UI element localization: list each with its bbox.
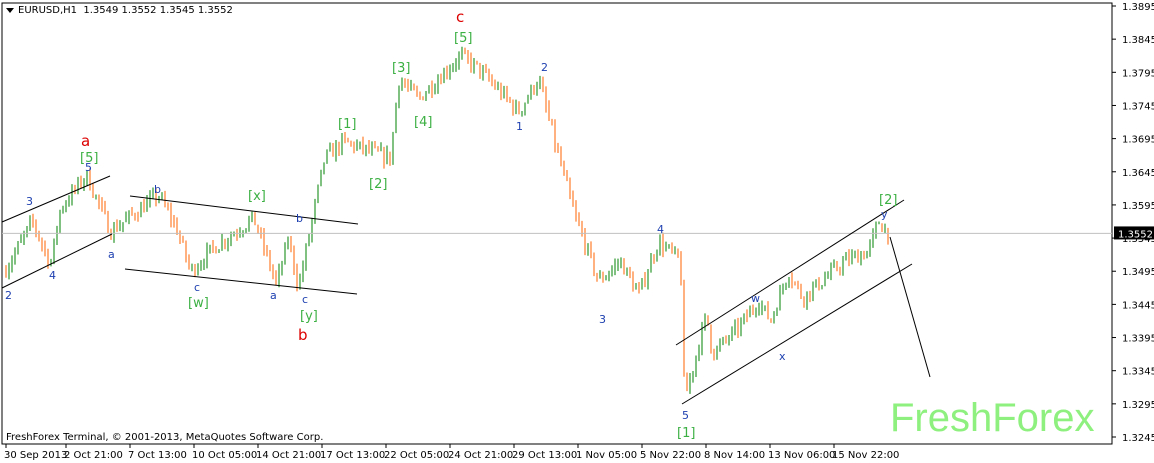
trend-channel-line	[889, 236, 931, 378]
time-tick-label: 5 Nov 22:00	[640, 450, 701, 461]
price-tick-label: 1.3745	[1122, 101, 1154, 112]
price-tick-label: 1.3495	[1122, 267, 1154, 278]
time-tick-label: 15 Nov 22:00	[832, 450, 899, 461]
time-tick-label: 7 Oct 13:00	[128, 450, 187, 461]
wave-label: b	[154, 183, 161, 196]
time-tick-label: 22 Oct 05:00	[384, 450, 449, 461]
chart-frame	[1, 2, 1113, 445]
trend-channel-line	[1, 175, 111, 223]
time-tick-label: 13 Nov 06:00	[768, 450, 835, 461]
price-chart[interactable]: 2345[5]aabc[w][x]abc[y]b[1][2][3][4][5]c…	[0, 0, 1154, 463]
wave-label: 4	[49, 269, 56, 282]
wave-label: [2]	[369, 177, 387, 192]
price-tick-label: 1.3345	[1122, 367, 1154, 378]
time-tick-label: 14 Oct 21:00	[256, 450, 321, 461]
wave-label: a	[270, 289, 277, 302]
wave-label: 2	[541, 61, 548, 74]
wave-label: 5	[682, 409, 689, 422]
price-tick-label: 1.3395	[1122, 334, 1154, 345]
wave-label: c	[456, 8, 464, 26]
wave-label: 3	[26, 195, 33, 208]
price-tick-label: 1.3795	[1122, 68, 1154, 79]
price-tick-label: 1.3295	[1122, 400, 1154, 411]
wave-label: [2]	[879, 193, 897, 208]
wave-label: w	[751, 292, 760, 305]
time-tick-label: 17 Oct 13:00	[320, 450, 385, 461]
price-tick-label: 1.3445	[1122, 300, 1154, 311]
wave-label: y	[881, 208, 888, 221]
price-tick-label: 1.3645	[1122, 168, 1154, 179]
time-tick-label: 8 Nov 14:00	[704, 450, 765, 461]
wave-label: [3]	[392, 61, 410, 76]
wave-label: [4]	[414, 115, 432, 130]
time-tick-label: 10 Oct 05:00	[192, 450, 257, 461]
trend-channel-line	[124, 268, 358, 295]
trend-channel-line	[681, 263, 913, 405]
wave-label: [y]	[300, 309, 318, 324]
wave-label: 4	[657, 223, 664, 236]
wave-label: c	[194, 281, 200, 294]
price-tick-label: 1.3845	[1122, 35, 1154, 46]
current-price-label: 1.3552	[1118, 229, 1153, 240]
wave-label: x	[779, 350, 786, 363]
wave-label: [5]	[80, 151, 98, 166]
price-tick-label: 1.3245	[1122, 433, 1154, 444]
wave-label: a	[108, 248, 115, 261]
wave-label: [1]	[338, 117, 356, 132]
price-tick-label: 1.3595	[1122, 201, 1154, 212]
watermark-logo: FreshForex	[890, 396, 1095, 440]
wave-label: b	[296, 212, 303, 225]
wave-label: b	[298, 326, 308, 344]
wave-label: 3	[599, 313, 606, 326]
wave-label: [1]	[677, 426, 695, 441]
price-tick-label: 1.3895	[1122, 2, 1154, 13]
wave-label: 1	[516, 120, 523, 133]
time-tick-label: 30 Sep 2013	[4, 450, 67, 461]
price-tick-label: 1.3695	[1122, 135, 1154, 146]
time-tick-label: 2 Oct 21:00	[64, 450, 123, 461]
wave-label: [x]	[248, 189, 266, 204]
copyright-text: FreshForex Terminal, © 2001-2013, MetaQu…	[6, 432, 324, 443]
wave-label: 2	[5, 289, 12, 302]
trend-channel-line	[675, 199, 905, 346]
trend-channel-line	[129, 195, 359, 225]
wave-label: c	[302, 293, 308, 306]
time-tick-label: 29 Oct 13:00	[512, 450, 577, 461]
wave-label: a	[81, 132, 90, 150]
wave-label: [w]	[188, 296, 209, 311]
wave-label: [5]	[454, 31, 472, 46]
time-tick-label: 1 Nov 05:00	[576, 450, 637, 461]
time-tick-label: 24 Oct 21:00	[448, 450, 513, 461]
